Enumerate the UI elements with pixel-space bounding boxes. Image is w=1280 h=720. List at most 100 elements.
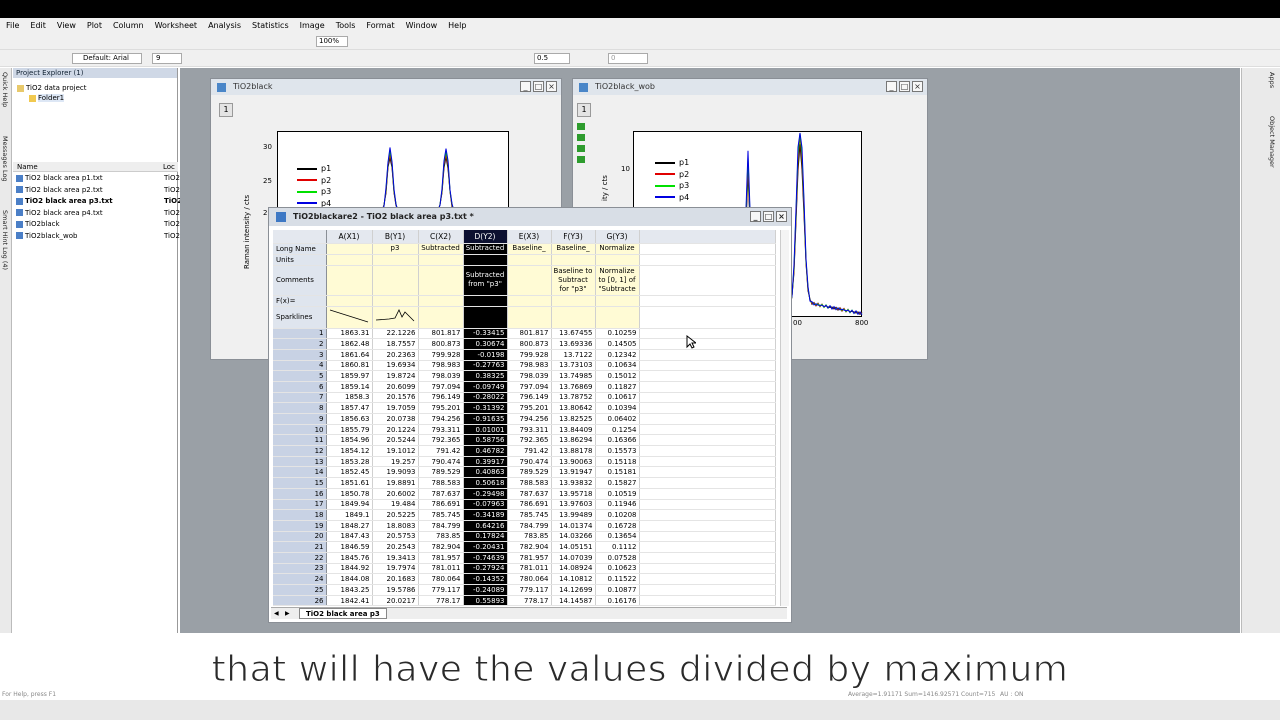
data-cell[interactable]: 781.957 [507,552,552,564]
label-cell[interactable] [326,295,373,307]
data-cell[interactable]: -0.0198 [463,349,508,361]
data-cell[interactable]: -0.29498 [463,488,508,500]
column-header[interactable]: A(X1) [326,230,373,244]
file-item[interactable]: TiO2 black area p3.txt TiO2 [16,196,182,207]
data-cell[interactable]: 0.15118 [595,456,640,468]
data-cell[interactable]: 799.928 [418,349,464,361]
data-cell[interactable]: 1844.08 [326,573,373,585]
label-cell[interactable] [418,265,464,296]
data-cell[interactable]: 13.69336 [551,338,596,350]
data-cell[interactable]: -0.91635 [463,413,508,425]
data-cell[interactable]: 0.1254 [595,424,640,436]
data-cell[interactable]: 0.30674 [463,338,508,350]
data-cell[interactable]: 780.064 [418,573,464,585]
data-cell[interactable]: 13.74985 [551,370,596,382]
menu-item-analysis[interactable]: Analysis [208,21,241,30]
data-cell[interactable]: 0.16366 [595,434,640,447]
data-cell[interactable]: 19.7974 [372,563,419,575]
data-cell[interactable]: 792.365 [418,434,464,447]
font-combo[interactable]: Default: Arial [72,53,142,64]
file-item[interactable]: TiO2black_wob TiO2 [16,231,180,242]
data-cell[interactable]: 20.1224 [372,424,419,436]
data-cell[interactable]: 784.799 [507,520,552,532]
label-cell[interactable]: Normalize to [0, 1] of "Subtracte [595,265,640,296]
data-cell[interactable]: 1848.27 [326,520,373,532]
data-cell[interactable]: 795.201 [418,402,464,414]
label-cell[interactable] [595,295,640,307]
data-cell[interactable]: 1856.63 [326,413,373,425]
data-cell[interactable]: 0.58756 [463,434,508,447]
data-cell[interactable]: 781.957 [418,552,464,564]
close-button[interactable]: × [546,81,557,92]
data-cell[interactable]: 801.817 [507,328,552,340]
data-cell[interactable]: 794.256 [418,413,464,425]
data-cell[interactable]: -0.34189 [463,509,508,521]
data-cell[interactable]: 0.10394 [595,402,640,414]
data-cell[interactable]: 781.011 [507,563,552,575]
data-cell[interactable]: 0.13654 [595,531,640,543]
data-cell[interactable]: 20.5225 [372,509,419,521]
data-cell[interactable]: 19.1012 [372,445,419,457]
data-cell[interactable]: 798.039 [418,370,464,382]
data-cell[interactable]: 789.529 [418,466,464,479]
data-cell[interactable]: 1859.97 [326,370,373,382]
data-cell[interactable]: 0.07528 [595,552,640,564]
column-header[interactable]: G(Y3) [595,230,640,244]
data-cell[interactable]: 1850.78 [326,488,373,500]
data-cell[interactable]: 0.15573 [595,445,640,457]
label-cell[interactable]: Baseline to Subtract for "p3" [551,265,596,296]
data-cell[interactable]: 20.6099 [372,381,419,393]
data-cell[interactable]: 782.904 [418,541,464,553]
label-cell[interactable] [463,295,508,307]
sheet-tab[interactable]: TiO2 black area p3 [299,608,387,619]
data-cell[interactable]: 1845.76 [326,552,373,564]
data-cell[interactable]: 792.365 [507,434,552,447]
data-cell[interactable]: 1853.28 [326,456,373,468]
data-cell[interactable]: 791.42 [507,445,552,457]
data-cell[interactable]: 20.0217 [372,595,419,607]
label-cell[interactable]: Subtracted [418,243,464,255]
label-cell[interactable] [551,295,596,307]
label-cell[interactable] [463,306,508,329]
label-cell[interactable] [463,254,508,266]
data-cell[interactable]: 13.76869 [551,381,596,393]
data-cell[interactable]: -0.31392 [463,402,508,414]
maximize-button[interactable]: □ [899,81,910,92]
data-cell[interactable]: 13.91947 [551,466,596,479]
data-cell[interactable]: 0.10208 [595,509,640,521]
data-cell[interactable]: 799.928 [507,349,552,361]
data-cell[interactable]: 13.95718 [551,488,596,500]
worksheet-grid[interactable]: A(X1) B(Y1) C(X2) D(Y2) E(X3) F(Y3) G(Y3) Long … [273,230,783,608]
data-cell[interactable]: 1857.47 [326,402,373,414]
data-cell[interactable]: 0.01001 [463,424,508,436]
label-cell[interactable] [507,295,552,307]
data-cell[interactable]: 0.10617 [595,392,640,404]
worksheet-window[interactable]: TiO2blackare2 - TiO2 black area p3.txt *… [268,207,792,623]
label-cell[interactable] [326,306,373,329]
data-cell[interactable]: 800.873 [507,338,552,350]
data-cell[interactable]: 13.99489 [551,509,596,521]
data-cell[interactable]: 14.14587 [551,595,596,607]
label-cell[interactable] [551,306,596,329]
menu-item-window[interactable]: Window [406,21,438,30]
menu-item-format[interactable]: Format [366,21,394,30]
tree-root[interactable]: TiO2 data project [17,83,177,93]
data-cell[interactable]: 20.1576 [372,392,419,404]
minimize-button[interactable]: _ [886,81,897,92]
data-cell[interactable]: 0.10519 [595,488,640,500]
data-cell[interactable]: 800.873 [418,338,464,350]
label-cell[interactable] [326,254,373,266]
data-cell[interactable]: -0.33415 [463,328,508,340]
data-cell[interactable]: 781.011 [418,563,464,575]
data-cell[interactable]: 788.583 [418,477,464,489]
data-cell[interactable]: 780.064 [507,573,552,585]
data-cell[interactable]: 0.12342 [595,349,640,361]
data-cell[interactable]: 19.7059 [372,402,419,414]
menu-item-view[interactable]: View [57,21,76,30]
tab-scroll-left-icon[interactable]: ◀ [274,610,279,617]
data-cell[interactable]: 0.55893 [463,595,508,607]
data-cell[interactable]: 784.799 [418,520,464,532]
column-header[interactable]: E(X3) [507,230,552,244]
data-cell[interactable]: -0.09749 [463,381,508,393]
data-cell[interactable]: 13.7122 [551,349,596,361]
